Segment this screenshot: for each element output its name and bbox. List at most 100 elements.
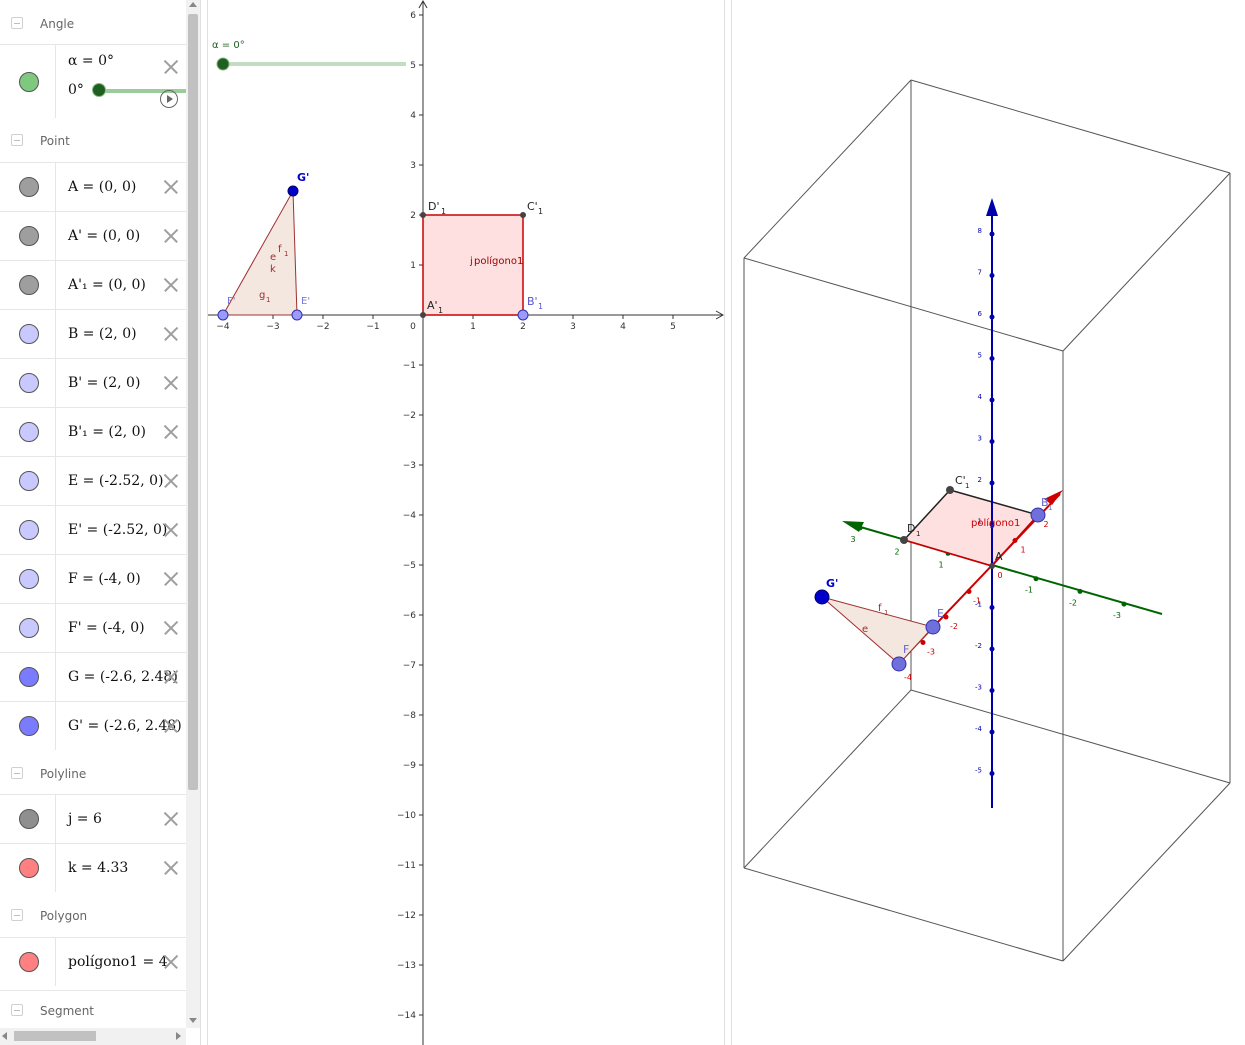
category-polyline[interactable]: Polyline: [0, 754, 186, 794]
visibility-marble[interactable]: [19, 520, 39, 540]
visibility-marble[interactable]: [19, 858, 39, 878]
point-F-3d[interactable]: [891, 656, 907, 672]
view-splitter[interactable]: [724, 0, 732, 1045]
horizontal-scrollbar[interactable]: [0, 1028, 186, 1045]
point-E-3d[interactable]: [925, 619, 941, 635]
category-segment[interactable]: Segment: [0, 990, 186, 1028]
point-item[interactable]: B' = (2, 0): [0, 358, 186, 407]
delete-icon[interactable]: [161, 667, 181, 687]
visibility-marble[interactable]: [19, 716, 39, 736]
point-item[interactable]: E' = (-2.52, 0): [0, 505, 186, 554]
point-item[interactable]: B'₁ = (2, 0): [0, 407, 186, 456]
slider-handle[interactable]: [92, 83, 106, 97]
graphics-view-2d[interactable]: −4 −3 −2 −1 0 1 2 3 4 5123456−1−2−3−4−5−6−7−8−9−1…: [208, 0, 724, 1045]
polygon-item[interactable]: polígono1 = 4: [0, 937, 186, 986]
category-polygon[interactable]: Polygon: [0, 896, 186, 936]
point-B[interactable]: [517, 309, 529, 321]
collapse-toggle-icon[interactable]: [11, 134, 23, 146]
point-D[interactable]: [420, 212, 426, 218]
alpha-item[interactable]: α = 0° 0°: [0, 44, 186, 118]
point-item[interactable]: F' = (-4, 0): [0, 603, 186, 652]
item-text[interactable]: A' = (0, 0): [68, 228, 140, 244]
collapse-toggle-icon[interactable]: [11, 909, 23, 921]
point-item[interactable]: B = (2, 0): [0, 309, 186, 358]
point-A[interactable]: [420, 312, 426, 318]
delete-icon[interactable]: [161, 952, 181, 972]
point-B-3d[interactable]: [1030, 507, 1046, 523]
visibility-marble[interactable]: [19, 952, 39, 972]
visibility-marble[interactable]: [19, 667, 39, 687]
visibility-marble[interactable]: [19, 809, 39, 829]
polyline-item-k[interactable]: k = 4.33: [0, 843, 186, 892]
delete-icon[interactable]: [161, 520, 181, 540]
category-angle[interactable]: Angle: [0, 4, 186, 44]
delete-icon[interactable]: [161, 226, 181, 246]
delete-icon[interactable]: [161, 422, 181, 442]
scrollbar-thumb[interactable]: [14, 1031, 96, 1041]
point-item[interactable]: A' = (0, 0): [0, 211, 186, 260]
scroll-up-icon[interactable]: [189, 2, 197, 7]
item-text[interactable]: polígono1 = 4: [68, 954, 168, 970]
point-item[interactable]: G = (-2.6, 2.48): [0, 652, 186, 701]
alpha-definition[interactable]: α = 0°: [68, 53, 114, 69]
visibility-marble[interactable]: [19, 618, 39, 638]
slider-handle[interactable]: [216, 57, 230, 71]
point-D-3d[interactable]: [900, 536, 908, 544]
item-text[interactable]: j = 6: [68, 811, 102, 827]
delete-icon[interactable]: [161, 57, 181, 77]
delete-icon[interactable]: [161, 858, 181, 878]
delete-icon[interactable]: [161, 809, 181, 829]
scroll-right-icon[interactable]: [176, 1032, 181, 1040]
collapse-toggle-icon[interactable]: [11, 1004, 23, 1016]
visibility-marble[interactable]: [19, 324, 39, 344]
vertical-scrollbar[interactable]: [186, 0, 200, 1028]
collapse-toggle-icon[interactable]: [11, 767, 23, 779]
collapse-toggle-icon[interactable]: [11, 17, 23, 29]
visibility-marble[interactable]: [19, 226, 39, 246]
delete-icon[interactable]: [161, 471, 181, 491]
item-text[interactable]: E = (-2.52, 0): [68, 473, 163, 489]
item-text[interactable]: F' = (-4, 0): [68, 620, 145, 636]
item-text[interactable]: B'₁ = (2, 0): [68, 424, 146, 440]
point-item[interactable]: G' = (-2.6, 2.48): [0, 701, 186, 750]
visibility-marble[interactable]: [19, 471, 39, 491]
delete-icon[interactable]: [161, 569, 181, 589]
item-text[interactable]: B = (2, 0): [68, 326, 137, 342]
item-text[interactable]: k = 4.33: [68, 860, 128, 876]
visibility-marble[interactable]: [19, 177, 39, 197]
visibility-marble[interactable]: [19, 275, 39, 295]
delete-icon[interactable]: [161, 716, 181, 736]
scroll-down-icon[interactable]: [189, 1018, 197, 1023]
point-G-3d[interactable]: [814, 589, 830, 605]
play-icon[interactable]: [160, 90, 178, 108]
visibility-marble[interactable]: [19, 569, 39, 589]
point-item[interactable]: E = (-2.52, 0): [0, 456, 186, 505]
point-G[interactable]: [287, 185, 299, 197]
delete-icon[interactable]: [161, 373, 181, 393]
point-C[interactable]: [520, 212, 526, 218]
visibility-marble[interactable]: [19, 71, 39, 92]
item-text[interactable]: A'₁ = (0, 0): [68, 277, 146, 293]
point-C-3d[interactable]: [946, 486, 954, 494]
item-text[interactable]: A = (0, 0): [68, 179, 136, 195]
category-point[interactable]: Point: [0, 121, 186, 161]
point-F[interactable]: [217, 309, 229, 321]
delete-icon[interactable]: [161, 275, 181, 295]
delete-icon[interactable]: [161, 618, 181, 638]
visibility-marble[interactable]: [19, 422, 39, 442]
point-item[interactable]: F = (-4, 0): [0, 554, 186, 603]
item-text[interactable]: B' = (2, 0): [68, 375, 140, 391]
point-E[interactable]: [291, 309, 303, 321]
polyline-item-j[interactable]: j = 6: [0, 794, 186, 843]
delete-icon[interactable]: [161, 177, 181, 197]
graphics-view-3d[interactable]: 321-1-2-3 210-1-2-3-4 87654321-1-2-3-4-5…: [732, 0, 1245, 1045]
item-text[interactable]: E' = (-2.52, 0): [68, 522, 167, 538]
scroll-left-icon[interactable]: [2, 1032, 7, 1040]
item-text[interactable]: F = (-4, 0): [68, 571, 141, 587]
visibility-marble[interactable]: [19, 373, 39, 393]
delete-icon[interactable]: [161, 324, 181, 344]
view-splitter[interactable]: [200, 0, 208, 1045]
scrollbar-thumb[interactable]: [188, 14, 198, 790]
point-item[interactable]: A'₁ = (0, 0): [0, 260, 186, 309]
point-A-3d[interactable]: [989, 563, 995, 569]
